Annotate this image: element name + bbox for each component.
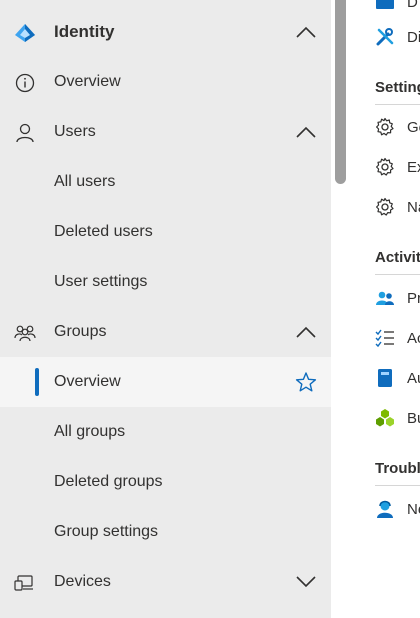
menu-item-di[interactable]: Di [375,22,420,52]
sidebar-item-overview[interactable]: Overview [0,57,331,107]
menu-item-label: Pr [407,290,420,307]
gear-icon [376,117,394,136]
sidebar-header-identity[interactable]: Identity [0,7,331,57]
sidebar-item-label: Deleted users [54,223,153,240]
menu-item-label: Na [407,199,420,216]
menu-item-label: Di [407,29,420,46]
sidebar-item-label: All groups [54,423,126,440]
menu-item-label: Au [407,370,420,387]
menu-item-activity-2[interactable]: Ac [375,323,420,353]
menu-item-label: Ac [407,330,420,347]
sidebar-nav: Identity Overview Users All users Delete… [0,0,331,618]
selection-indicator [35,368,39,396]
users-icon [376,291,394,305]
chevron-up-icon[interactable] [295,324,317,340]
groups-icon [14,322,36,344]
sidebar-item-groups-overview[interactable]: Overview [0,357,331,407]
star-icon[interactable] [295,371,317,393]
support-icon [377,500,393,518]
menu-item-activity-4[interactable]: Bu [375,403,420,433]
sidebar-item-users[interactable]: Users [0,107,331,157]
sidebar-item-deleted-groups[interactable]: Deleted groups [0,457,331,507]
sidebar-item-label: All users [54,173,116,190]
book-icon [378,369,392,387]
sidebar-item-group-settings[interactable]: Group settings [0,507,331,557]
sidebar-item-deleted-users[interactable]: Deleted users [0,207,331,257]
sidebar-item-label: User settings [54,273,148,290]
sidebar-item-all-users[interactable]: All users [0,157,331,207]
devices-icon [14,572,36,594]
sidebar-item-label: Overview [54,373,121,390]
menu-item-settings-3[interactable]: Na [375,192,420,222]
info-icon [14,72,36,94]
sidebar-item-label: Users [54,123,96,140]
section-header-settings: Setting [375,79,420,105]
menu-item-troubleshoot-1[interactable]: Ne [375,494,420,524]
chevron-up-icon[interactable] [295,124,317,140]
menu-item-settings-1[interactable]: Ge [375,112,420,142]
menu-item-d[interactable]: D [375,0,420,17]
checklist-icon [375,329,394,348]
gear-icon [376,157,394,176]
user-icon [14,122,36,144]
scrollbar-thumb[interactable] [335,0,346,184]
sidebar-header-label: Identity [54,22,115,41]
sidebar-item-user-settings[interactable]: User settings [0,257,331,307]
content-panel: D Di Setting Ge Ex Na Activit Pr Ac Au B… [349,0,420,618]
section-divider [375,104,420,105]
menu-item-activity-1[interactable]: Pr [375,283,420,313]
section-divider [375,485,420,486]
sidebar-item-label: Deleted groups [54,473,163,490]
chevron-up-icon[interactable] [295,24,317,40]
menu-item-activity-3[interactable]: Au [375,363,420,393]
chevron-down-icon[interactable] [295,574,317,590]
tools-icon [376,28,394,46]
menu-item-settings-2[interactable]: Ex [375,152,420,182]
section-divider [375,274,420,275]
cubes-icon [376,409,394,427]
menu-item-label: D [407,0,418,11]
sidebar-item-label: Devices [54,573,111,590]
sidebar-item-all-groups[interactable]: All groups [0,407,331,457]
sidebar-item-label: Group settings [54,523,159,540]
sidebar-item-groups[interactable]: Groups [0,307,331,357]
gear-icon [376,197,394,216]
sidebar-item-devices[interactable]: Devices [0,557,331,607]
sidebar-item-label: Overview [54,73,121,90]
menu-item-label: Ex [407,159,420,176]
menu-item-label: Ne [407,501,420,518]
menu-item-label: Bu [407,410,420,427]
menu-item-label: Ge [407,119,420,136]
sidebar-item-label: Groups [54,323,107,340]
folder-icon [376,0,394,9]
section-header-activity: Activit [375,249,420,275]
section-header-troubleshooting: Troubl [375,460,420,486]
identity-icon [14,22,36,44]
